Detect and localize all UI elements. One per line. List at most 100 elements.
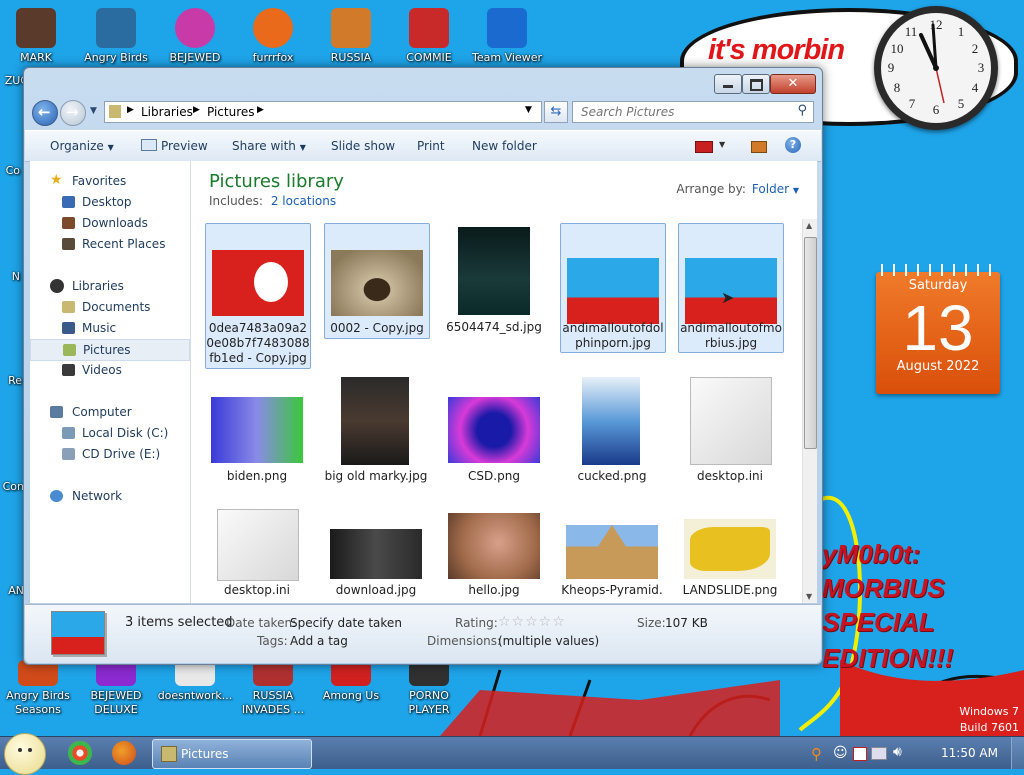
desktop-icon-bejeweled-deluxe[interactable]: BEJEWED DELUXE [78, 660, 154, 717]
search-box[interactable]: ⚲ [572, 101, 814, 123]
file-item[interactable]: LANDSLIDE.png [678, 503, 782, 603]
view-dropdown-icon[interactable]: ▼ [719, 140, 725, 149]
desktop-icon-commie[interactable]: COMMIE [391, 8, 467, 65]
help-icon[interactable]: ? [785, 137, 801, 153]
desktop-icon-angry-birds[interactable]: Angry Birds [78, 8, 154, 65]
search-tray-icon[interactable]: ⚲ [811, 745, 822, 763]
scroll-up-icon[interactable]: ▲ [806, 221, 812, 230]
commie-icon [409, 8, 449, 48]
preview-pane-icon[interactable] [751, 141, 767, 153]
search-input[interactable] [579, 102, 793, 122]
refresh-button[interactable]: ⇆ [544, 101, 568, 123]
desktop-icon-bejeweled[interactable]: BEJEWED [157, 8, 233, 65]
file-item[interactable]: big old marky.jpg [324, 373, 428, 517]
desktop-icon-firefox[interactable]: furrrfox [235, 8, 311, 65]
firefox-taskbar-icon[interactable] [112, 741, 136, 765]
desktop-icon-angry-birds-seasons[interactable]: Angry Birds Seasons [0, 660, 76, 717]
slide-show-button[interactable]: Slide show [331, 139, 395, 153]
nav-downloads[interactable]: Downloads [30, 213, 188, 233]
desktop-icon-porno-player[interactable]: PORNO PLAYER [391, 660, 467, 717]
breadcrumb-libraries[interactable]: Libraries [141, 105, 193, 119]
change-view-icon[interactable] [695, 141, 713, 153]
desktop-icon-doesntwork[interactable]: doesntwork... [157, 660, 233, 703]
minimize-button[interactable] [714, 74, 742, 94]
nav-desktop[interactable]: Desktop [30, 192, 188, 212]
nav-recent-places[interactable]: Recent Places [30, 234, 188, 254]
show-desktop-button[interactable] [1011, 737, 1024, 769]
file-item[interactable]: hello.jpg [442, 503, 546, 603]
rating-stars[interactable]: ☆☆☆☆☆ [498, 614, 566, 630]
file-item[interactable]: Kheops-Pyramid. [560, 503, 664, 603]
desktop-icon-n[interactable]: N [0, 270, 20, 284]
library-includes: Includes: 2 locations [209, 194, 337, 208]
file-item[interactable]: andimalloutofmo rbius.jpg ➤ [678, 223, 784, 353]
share-with-button[interactable]: Share with ▼ [232, 139, 306, 153]
desktop-icon-co[interactable]: Co [0, 164, 20, 178]
nav-music[interactable]: Music [30, 318, 188, 338]
chrome-icon[interactable] [68, 741, 92, 765]
desktop-icon-an[interactable]: AN [0, 584, 24, 598]
vertical-scrollbar[interactable]: ▲ ▼ [802, 219, 817, 603]
file-item[interactable]: andimalloutofdol phinporn.jpg [560, 223, 666, 353]
smiley-tray-icon[interactable]: ☺ [833, 745, 848, 761]
clock-gadget[interactable]: 12 1 2 3 4 5 6 7 8 9 10 11 [874, 6, 998, 130]
desktop-icon-teamviewer[interactable]: Team Viewer [469, 8, 545, 65]
address-bar[interactable]: ▶ Libraries ▶ Pictures ▶ ▼ [104, 101, 542, 123]
desktop-icon-con[interactable]: Con [0, 480, 24, 494]
nav-documents[interactable]: Documents [30, 297, 188, 317]
explorer-window[interactable]: ✕ ← → ▼ ▶ Libraries ▶ Pictures ▶ ▼ ⇆ ⚲ O… [23, 67, 823, 665]
volume-icon[interactable]: 🔊︎ [893, 744, 902, 760]
new-folder-button[interactable]: New folder [472, 139, 537, 153]
breadcrumb-pictures[interactable]: Pictures [207, 105, 255, 119]
locations-link[interactable]: 2 locations [271, 194, 336, 208]
maximize-button[interactable] [742, 74, 770, 94]
tags-value[interactable]: Add a tag [290, 634, 348, 648]
nav-computer[interactable]: Computer [30, 402, 188, 422]
file-item[interactable]: 0002 - Copy.jpg [324, 223, 430, 339]
address-dropdown-icon[interactable]: ▼ [525, 105, 532, 115]
date-taken-value[interactable]: Specify date taken [290, 616, 402, 630]
file-item[interactable]: desktop.ini [205, 503, 309, 603]
network-tray-icon[interactable] [871, 747, 887, 760]
search-icon[interactable]: ⚲ [797, 103, 807, 118]
taskbar-clock[interactable]: 11:50 AM [941, 746, 998, 760]
nav-local-disk[interactable]: Local Disk (C:) [30, 423, 188, 443]
red-caption-4: EDITION!!! [822, 643, 954, 673]
desktop-icon-russia-invades[interactable]: RUSSIA INVADES ... [235, 660, 311, 717]
start-button[interactable] [4, 733, 46, 775]
nav-videos[interactable]: Videos [30, 360, 188, 380]
nav-cd-drive[interactable]: CD Drive (E:) [30, 444, 188, 464]
calendar-gadget[interactable]: Saturday 13 August 2022 [876, 264, 1000, 394]
nav-network[interactable]: Network [30, 486, 188, 506]
close-button[interactable]: ✕ [770, 74, 816, 94]
file-item[interactable]: CSD.png [442, 373, 546, 517]
nav-libraries[interactable]: Libraries [30, 276, 188, 296]
file-item[interactable]: biden.png [205, 373, 309, 517]
taskbar-pictures-button[interactable]: Pictures [152, 739, 312, 769]
calendar-body: Saturday 13 August 2022 [876, 272, 1000, 394]
desktop-icon-re[interactable]: Re [0, 374, 22, 388]
scrollbar-thumb[interactable] [804, 237, 817, 449]
print-button[interactable]: Print [417, 139, 445, 153]
file-item[interactable]: desktop.ini [678, 373, 782, 517]
file-item[interactable]: 0dea7483a09a20e08b7f7483088fb1ed - Copy.… [205, 223, 311, 369]
forward-button[interactable]: → [60, 100, 86, 126]
desktop-icon-mark[interactable]: MARK [0, 8, 74, 65]
desktop-icon-russia[interactable]: RUSSIA [313, 8, 389, 65]
red-caption-1: yM0b0t: [822, 539, 921, 569]
dimensions-value: (multiple values) [498, 634, 600, 648]
nav-pictures[interactable]: Pictures [30, 339, 190, 361]
preview-button[interactable]: Preview [141, 139, 208, 153]
nav-favorites[interactable]: ★ Favorites [30, 171, 188, 191]
file-item[interactable]: download.jpg [324, 503, 428, 603]
recent-pages-dropdown[interactable]: ▼ [90, 106, 97, 116]
file-item[interactable]: 6504474_sd.jpg [442, 223, 546, 337]
action-center-icon[interactable] [853, 747, 867, 761]
organize-button[interactable]: Organize ▼ [50, 139, 114, 153]
desktop-icon-among-us[interactable]: Among Us [313, 660, 389, 703]
arrange-by-dropdown[interactable]: Folder ▼ [752, 182, 799, 196]
scroll-down-icon[interactable]: ▼ [806, 592, 812, 601]
clock-hands [919, 23, 945, 104]
file-item[interactable]: cucked.png [560, 373, 664, 517]
back-button[interactable]: ← [32, 100, 58, 126]
